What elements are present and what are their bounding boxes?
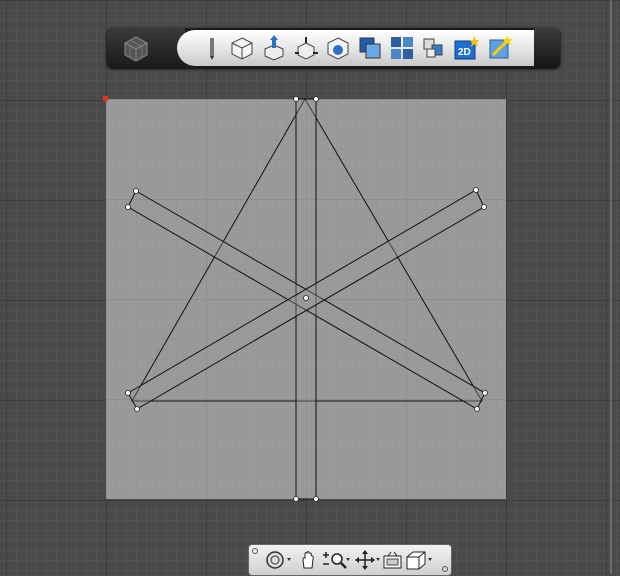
extrude-icon	[264, 35, 284, 61]
navigation-bar	[248, 544, 452, 576]
snap-magic-button[interactable]	[487, 35, 513, 61]
zoom-button[interactable]	[321, 550, 351, 570]
view-camera-button[interactable]	[383, 550, 403, 570]
view-cube-button[interactable]	[405, 550, 435, 570]
orbit-icon	[266, 551, 291, 569]
fit-icon	[355, 550, 380, 570]
home-view-icon	[124, 36, 148, 62]
combine-icon	[359, 37, 381, 59]
fit-button[interactable]	[355, 550, 381, 570]
grouping-button[interactable]	[421, 35, 447, 61]
grouping-icon	[423, 38, 443, 58]
2d-view-icon: 2D	[454, 36, 479, 60]
sketch-drawing	[125, 96, 488, 502]
tweak-button[interactable]	[293, 35, 319, 61]
pattern-icon	[391, 37, 413, 59]
primitive-box-button[interactable]	[229, 35, 255, 61]
shell-icon	[327, 37, 349, 60]
combine-button[interactable]	[357, 35, 383, 61]
view-camera-icon	[383, 551, 402, 569]
pan-hand-icon	[302, 551, 314, 569]
sketch-pencil-icon	[210, 38, 214, 60]
pattern-button[interactable]	[389, 35, 415, 61]
view-cube-icon	[406, 551, 432, 570]
sketch-pencil-button[interactable]	[199, 35, 225, 61]
shell-button[interactable]	[325, 35, 351, 61]
2d-view-button[interactable]: 2D	[453, 35, 479, 61]
zoom-icon	[323, 552, 350, 569]
main-toolbar: 2D	[107, 28, 560, 68]
navbar-corner-dot	[252, 548, 258, 554]
snap-magic-icon	[489, 36, 512, 59]
toolbar-endcap	[534, 28, 560, 68]
extrude-button[interactable]	[261, 35, 287, 61]
box-icon	[231, 37, 253, 60]
home-view-button[interactable]	[107, 28, 185, 68]
navbar-corner-dot	[442, 566, 448, 572]
tweak-icon	[295, 37, 318, 60]
orbit-button[interactable]	[265, 550, 295, 570]
2d-label: 2D	[458, 47, 471, 58]
pan-hand-button[interactable]	[299, 550, 319, 570]
